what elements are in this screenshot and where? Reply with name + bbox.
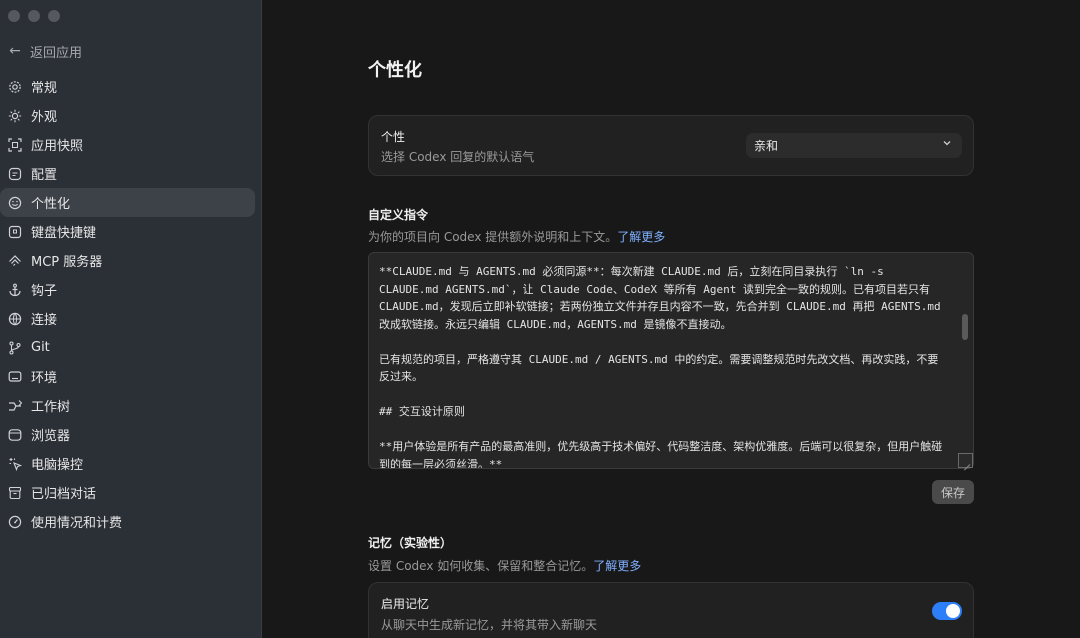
arrow-left-icon: ←	[9, 43, 21, 59]
sidebar-item-monitor[interactable]: 环境	[0, 362, 255, 391]
close-window-button[interactable]	[8, 10, 20, 22]
minimize-window-button[interactable]	[28, 10, 40, 22]
smile-icon	[8, 196, 22, 210]
config-icon	[8, 167, 22, 181]
custom-instructions-textarea[interactable]: **CLAUDE.md 与 AGENTS.md 必须同源**：每次新建 CLAU…	[368, 252, 974, 469]
archive-icon	[8, 486, 22, 500]
sidebar-item-label: 常规	[31, 81, 58, 96]
sidebar-item-label: 工作树	[31, 400, 71, 415]
anchor-icon	[8, 283, 22, 297]
sidebar-item-label: Git	[31, 340, 50, 355]
monitor-icon	[8, 370, 22, 384]
sidebar-item-sparkle-cursor[interactable]: 电脑操控	[0, 449, 255, 478]
sidebar-item-keyboard[interactable]: 键盘快捷键	[0, 217, 255, 246]
sidebar-item-smile[interactable]: 个性化	[0, 188, 255, 217]
custom-instructions-subtitle-text: 为你的项目向 Codex 提供额外说明和上下文。	[368, 230, 618, 244]
sidebar-item-label: 环境	[31, 371, 58, 386]
sidebar-item-label: 键盘快捷键	[31, 226, 97, 241]
textarea-scrollbar[interactable]	[962, 314, 968, 340]
sidebar-item-git-branch[interactable]: Git	[0, 333, 255, 362]
memory-subtitle-text: 设置 Codex 如何收集、保留和整合记忆。	[368, 559, 594, 573]
page-title: 个性化	[368, 60, 422, 81]
keyboard-icon	[8, 225, 22, 239]
personality-select[interactable]: 亲和	[746, 133, 962, 158]
memory-learn-more-link[interactable]: 了解更多	[593, 559, 641, 573]
sidebar-item-label: 配置	[31, 168, 58, 183]
sidebar-item-archive[interactable]: 已归档对话	[0, 478, 255, 507]
chevron-down-icon	[942, 138, 952, 151]
back-to-app-link[interactable]: ← 返回应用	[8, 42, 83, 61]
sidebar-item-worktree[interactable]: 工作树	[0, 391, 255, 420]
sidebar-item-globe[interactable]: 连接	[0, 304, 255, 333]
sidebar-item-label: 外观	[31, 110, 58, 125]
memory-title: 记忆（实验性）	[368, 536, 453, 550]
gauge-icon	[8, 515, 22, 529]
worktree-icon	[8, 399, 22, 413]
sidebar-item-label: 个性化	[31, 197, 71, 212]
sidebar-item-browser[interactable]: 浏览器	[0, 420, 255, 449]
save-button[interactable]: 保存	[932, 480, 974, 504]
sidebar-item-label: 应用快照	[31, 139, 84, 154]
personality-card: 个性 选择 Codex 回复的默认语气 亲和	[368, 115, 974, 176]
sidebar-item-label: 连接	[31, 313, 58, 328]
sidebar-item-label: 使用情况和计费	[31, 516, 123, 531]
memory-card: 启用记忆 从聊天中生成新记忆，并将其带入新聊天	[368, 582, 974, 638]
personality-title: 个性	[381, 130, 406, 144]
custom-instructions-title: 自定义指令	[368, 208, 429, 222]
sparkle-cursor-icon	[8, 457, 22, 471]
settings-main: 个性化 个性 选择 Codex 回复的默认语气 亲和 自定义指令 为你的项目向 …	[262, 0, 1080, 638]
learn-more-link[interactable]: 了解更多	[617, 230, 665, 244]
sidebar-item-anchor[interactable]: 钩子	[0, 275, 255, 304]
toggle-knob	[946, 604, 960, 618]
window-controls	[8, 10, 60, 22]
globe-icon	[8, 312, 22, 326]
snapshot-icon	[8, 137, 22, 152]
gear-icon	[8, 80, 22, 94]
sidebar-item-mcp[interactable]: MCP 服务器	[0, 246, 255, 275]
enable-memory-toggle[interactable]	[932, 602, 962, 620]
sidebar-item-label: 电脑操控	[31, 458, 84, 473]
sidebar-item-label: 浏览器	[31, 429, 71, 444]
back-label: 返回应用	[30, 45, 83, 61]
sun-icon	[8, 109, 22, 123]
enable-memory-subtitle: 从聊天中生成新记忆，并将其带入新聊天	[381, 618, 598, 632]
personality-subtitle: 选择 Codex 回复的默认语气	[381, 150, 535, 164]
sidebar-item-label: MCP 服务器	[31, 255, 103, 270]
enable-memory-title: 启用记忆	[381, 597, 430, 611]
mcp-icon	[8, 254, 22, 268]
sidebar-item-gear[interactable]: 常规	[0, 72, 255, 101]
memory-subtitle: 设置 Codex 如何收集、保留和整合记忆。了解更多	[368, 557, 641, 574]
sidebar-item-snapshot[interactable]: 应用快照	[0, 130, 255, 159]
sidebar-item-sun[interactable]: 外观	[0, 101, 255, 130]
git-branch-icon	[8, 340, 22, 355]
personality-select-value: 亲和	[754, 139, 779, 153]
zoom-window-button[interactable]	[48, 10, 60, 22]
textarea-resize-handle[interactable]	[958, 453, 973, 468]
sidebar-item-label: 已归档对话	[31, 487, 97, 502]
settings-nav: 常规外观应用快照配置个性化键盘快捷键 MCP 服务器 钩子连接 Git 环境工作树浏览器…	[0, 72, 262, 536]
sidebar-item-gauge[interactable]: 使用情况和计费	[0, 507, 255, 536]
sidebar-item-config[interactable]: 配置	[0, 159, 255, 188]
browser-icon	[8, 428, 22, 442]
sidebar-item-label: 钩子	[31, 284, 58, 299]
settings-sidebar: ← 返回应用 常规外观应用快照配置个性化键盘快捷键 MCP 服务器 钩子连接 Git 环…	[0, 0, 262, 638]
custom-instructions-subtitle: 为你的项目向 Codex 提供额外说明和上下文。了解更多	[368, 228, 665, 245]
